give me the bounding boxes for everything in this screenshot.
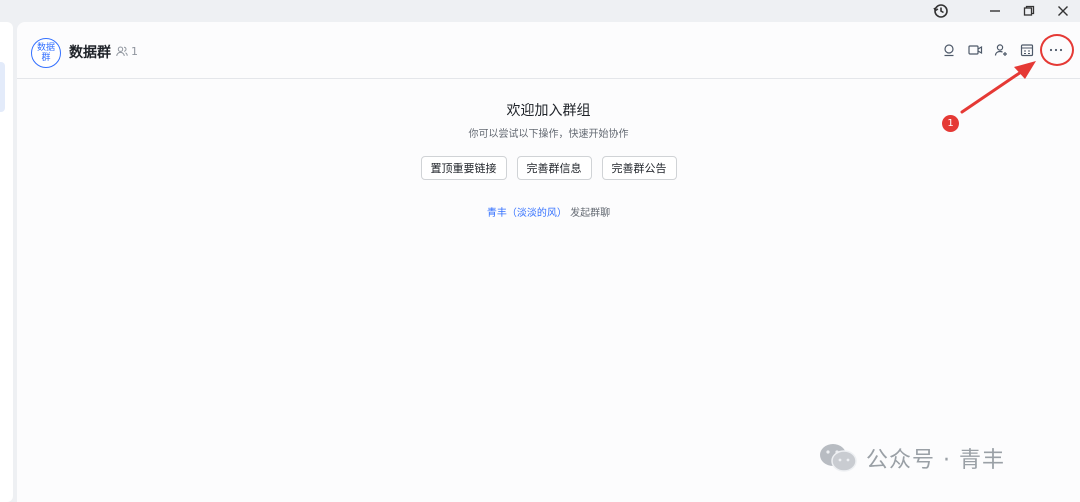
complete-announcement-button[interactable]: 完善群公告 — [601, 156, 677, 180]
chat-panel: 数据群 数据群 1 欢迎加入群组 你可以尝试以下操作，快速开始协作 置顶重要链接… — [17, 22, 1080, 502]
watermark: 公众号 · 青丰 — [818, 442, 1005, 474]
close-icon[interactable] — [1046, 0, 1080, 22]
welcome-section: 欢迎加入群组 你可以尝试以下操作，快速开始协作 置顶重要链接 完善群信息 完善群… — [17, 100, 1080, 219]
pin-links-button[interactable]: 置顶重要链接 — [420, 156, 507, 180]
creator-action: 发起群聊 — [570, 208, 611, 219]
group-name[interactable]: 数据群 — [69, 42, 111, 62]
member-count-value: 1 — [131, 45, 138, 58]
selected-chat-indicator[interactable] — [0, 62, 5, 112]
more-icon[interactable] — [1040, 36, 1072, 64]
header-toolbar — [936, 36, 1072, 64]
annotation-badge: 1 — [942, 115, 959, 132]
avatar-text: 数据群 — [36, 43, 55, 63]
minimize-icon[interactable] — [978, 0, 1012, 22]
chat-header: 数据群 数据群 1 — [17, 22, 1080, 79]
wechat-icon — [820, 444, 857, 472]
welcome-subtitle: 你可以尝试以下操作，快速开始协作 — [468, 129, 629, 140]
group-started-notice: 青丰（淡淡的风） 发起群聊 — [17, 204, 1080, 219]
group-avatar[interactable]: 数据群 — [31, 38, 61, 68]
restore-icon[interactable] — [1012, 0, 1046, 22]
window-controls — [924, 0, 1080, 22]
chat-list-edge — [0, 22, 13, 502]
video-icon[interactable] — [962, 36, 988, 64]
history-icon[interactable] — [924, 0, 958, 22]
calendar-icon[interactable] — [1014, 36, 1040, 64]
add-member-icon[interactable] — [988, 36, 1014, 64]
creator-link[interactable]: 青丰（淡淡的风） — [487, 208, 567, 219]
quick-actions: 置顶重要链接 完善群信息 完善群公告 — [17, 156, 1080, 180]
welcome-title: 欢迎加入群组 — [506, 103, 591, 119]
member-count[interactable]: 1 — [116, 45, 138, 58]
search-icon[interactable] — [936, 36, 962, 64]
members-icon — [116, 46, 128, 57]
complete-group-info-button[interactable]: 完善群信息 — [516, 156, 592, 180]
watermark-text: 公众号 · 青丰 — [866, 448, 1005, 473]
